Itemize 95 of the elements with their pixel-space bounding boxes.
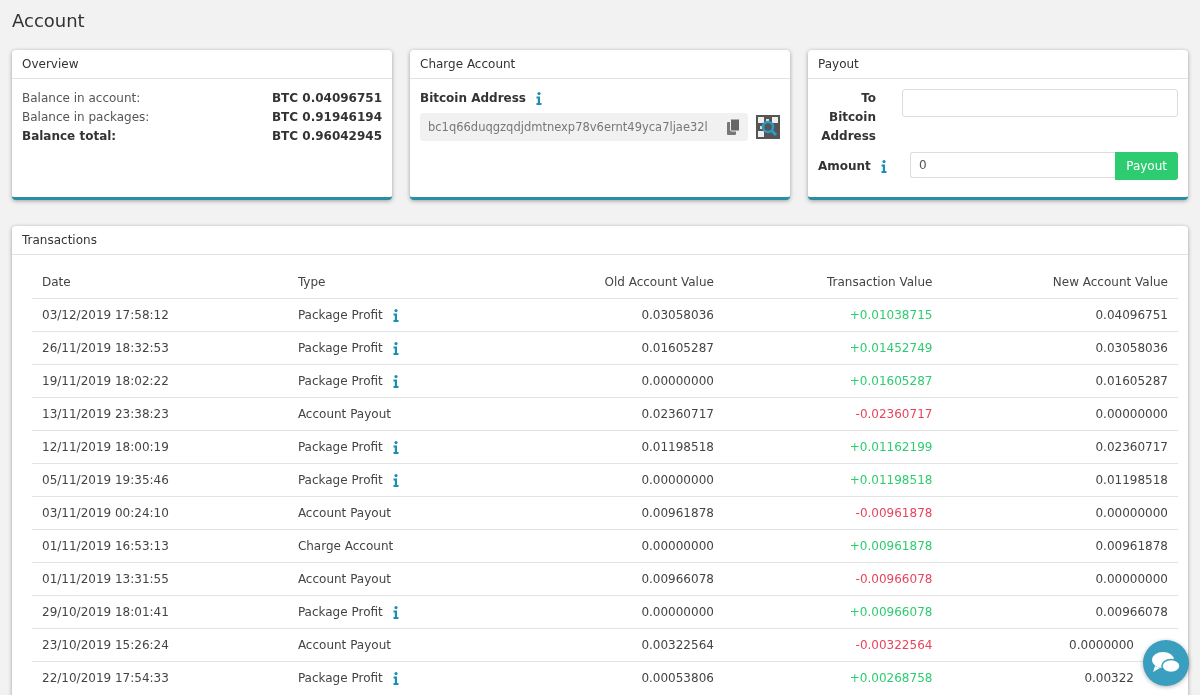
column-header: Date (32, 265, 288, 299)
table-cell: 0.04096751 (1095, 308, 1168, 322)
table-cell: 13/11/2019 23:38:23 (32, 397, 288, 431)
table-cell: Package Profit (297, 374, 383, 388)
table-cell: 0.00000000 (498, 529, 724, 563)
address-field[interactable]: bc1q66duqgzqdjdmtnexp78v6ernt49yca7ljae32l (420, 113, 748, 141)
table-cell: 01/11/2019 16:53:13 (32, 529, 288, 563)
address-input[interactable] (902, 89, 1178, 117)
table-cell: Package Profit (297, 473, 383, 487)
table-cell: 0.00000000 (498, 595, 724, 629)
info-icon[interactable] (392, 374, 399, 388)
column-header: Transaction Value (723, 265, 943, 299)
table-cell: -0.00961878 (723, 496, 943, 530)
table-cell: 0.02360717 (1095, 440, 1168, 454)
address-label: Bitcoin Address (420, 91, 526, 105)
copy-icon[interactable] (727, 119, 740, 135)
table-cell: 01/11/2019 13:31:55 (32, 562, 288, 596)
table-cell: Package Profit (297, 341, 383, 355)
table-cell: +0.01452749 (723, 331, 943, 365)
table-cell: 0.00961878 (498, 496, 724, 530)
amount-label: Amount (818, 159, 871, 173)
table-cell: 22/10/2019 17:54:33 (32, 661, 288, 694)
qr-code-icon[interactable] (756, 115, 780, 139)
table-cell: 0.00000000 (1095, 572, 1168, 586)
table-cell: +0.01038715 (723, 298, 943, 332)
info-icon[interactable] (880, 159, 887, 173)
table-cell: 0.01605287 (498, 331, 724, 365)
info-icon[interactable] (392, 473, 399, 487)
balance-label: Balance in packages: (22, 109, 150, 126)
table-cell: +0.00966078 (723, 595, 943, 629)
table-cell: 0.0000000 (1069, 638, 1134, 652)
table-cell: 0.00966078 (1095, 605, 1168, 619)
info-icon[interactable] (392, 308, 399, 322)
column-header: Type (287, 265, 499, 299)
table-cell: +0.00268758 (723, 661, 943, 694)
amount-input[interactable]: 0 (910, 152, 1116, 178)
info-icon[interactable] (392, 341, 399, 355)
address-label: To Bitcoin Address (820, 90, 876, 145)
card-title: Transactions (12, 226, 1188, 255)
table-cell: 0.02360717 (498, 397, 724, 431)
info-icon[interactable] (392, 605, 399, 619)
balance-value: BTC 0.91946194 (271, 109, 382, 126)
table-cell: -0.02360717 (723, 397, 943, 431)
table-cell: 0.00053806 (498, 661, 724, 694)
page-title: Account (11, 9, 86, 33)
table-cell: +0.01605287 (723, 364, 943, 398)
table-cell: Charge Account (297, 539, 394, 553)
table-cell: 0.00322564 (498, 628, 724, 662)
table-cell: 12/11/2019 18:00:19 (32, 430, 288, 464)
table-cell: 0.00000000 (1095, 407, 1168, 421)
table-cell: Account Payout (297, 506, 391, 520)
table-cell: Package Profit (297, 671, 383, 685)
card-title: Charge Account (410, 50, 790, 79)
table-cell: 0.00966078 (498, 562, 724, 596)
table-cell: Account Payout (297, 572, 391, 586)
table-cell: 03/12/2019 17:58:12 (32, 298, 288, 332)
table-cell: 0.00961878 (1095, 539, 1168, 553)
table-cell: 26/11/2019 18:32:53 (32, 331, 288, 365)
card-title: Overview (12, 50, 392, 79)
balance-label: Balance total: (22, 128, 117, 145)
table-cell: 05/11/2019 19:35:46 (32, 463, 288, 497)
table-cell: Package Profit (297, 308, 383, 322)
table-cell: 0.03058036 (1095, 341, 1168, 355)
table-cell: Package Profit (297, 440, 383, 454)
balance-value: BTC 0.04096751 (271, 90, 382, 107)
balance-label: Balance in account: (22, 90, 141, 107)
table-cell: 0.00000000 (1095, 506, 1168, 520)
table-cell: 0.01605287 (1095, 374, 1168, 388)
table-cell: 29/10/2019 18:01:41 (32, 595, 288, 629)
table-cell: 0.00000000 (498, 364, 724, 398)
table-cell: +0.01162199 (723, 430, 943, 464)
balance-value: BTC 0.96042945 (271, 128, 382, 145)
table-cell: +0.00961878 (723, 529, 943, 563)
table-cell: 0.01198518 (1095, 473, 1168, 487)
table-cell: Package Profit (297, 605, 383, 619)
table-cell: 03/11/2019 00:24:10 (32, 496, 288, 530)
info-icon[interactable] (536, 91, 542, 105)
column-header: Old Account Value (498, 265, 724, 299)
table-cell: -0.00966078 (723, 562, 943, 596)
table-cell: Account Payout (297, 407, 391, 421)
payout-button[interactable]: Payout (1115, 152, 1178, 180)
info-icon[interactable] (392, 440, 399, 454)
column-header: New Account Value (942, 265, 1178, 299)
table-cell: +0.01198518 (723, 463, 943, 497)
table-cell: 0.01198518 (498, 430, 724, 464)
table-cell: Account Payout (297, 638, 391, 652)
table-cell: 0.03058036 (498, 298, 724, 332)
table-cell: 0.00000000 (498, 463, 724, 497)
info-icon[interactable] (392, 671, 399, 685)
table-cell: 19/11/2019 18:02:22 (32, 364, 288, 398)
table-cell: 23/10/2019 15:26:24 (32, 628, 288, 662)
card-title: Payout (808, 50, 1188, 79)
chat-icon[interactable] (1151, 651, 1181, 675)
table-cell: 0.00322 (1084, 671, 1134, 685)
table-cell: -0.00322564 (723, 628, 943, 662)
